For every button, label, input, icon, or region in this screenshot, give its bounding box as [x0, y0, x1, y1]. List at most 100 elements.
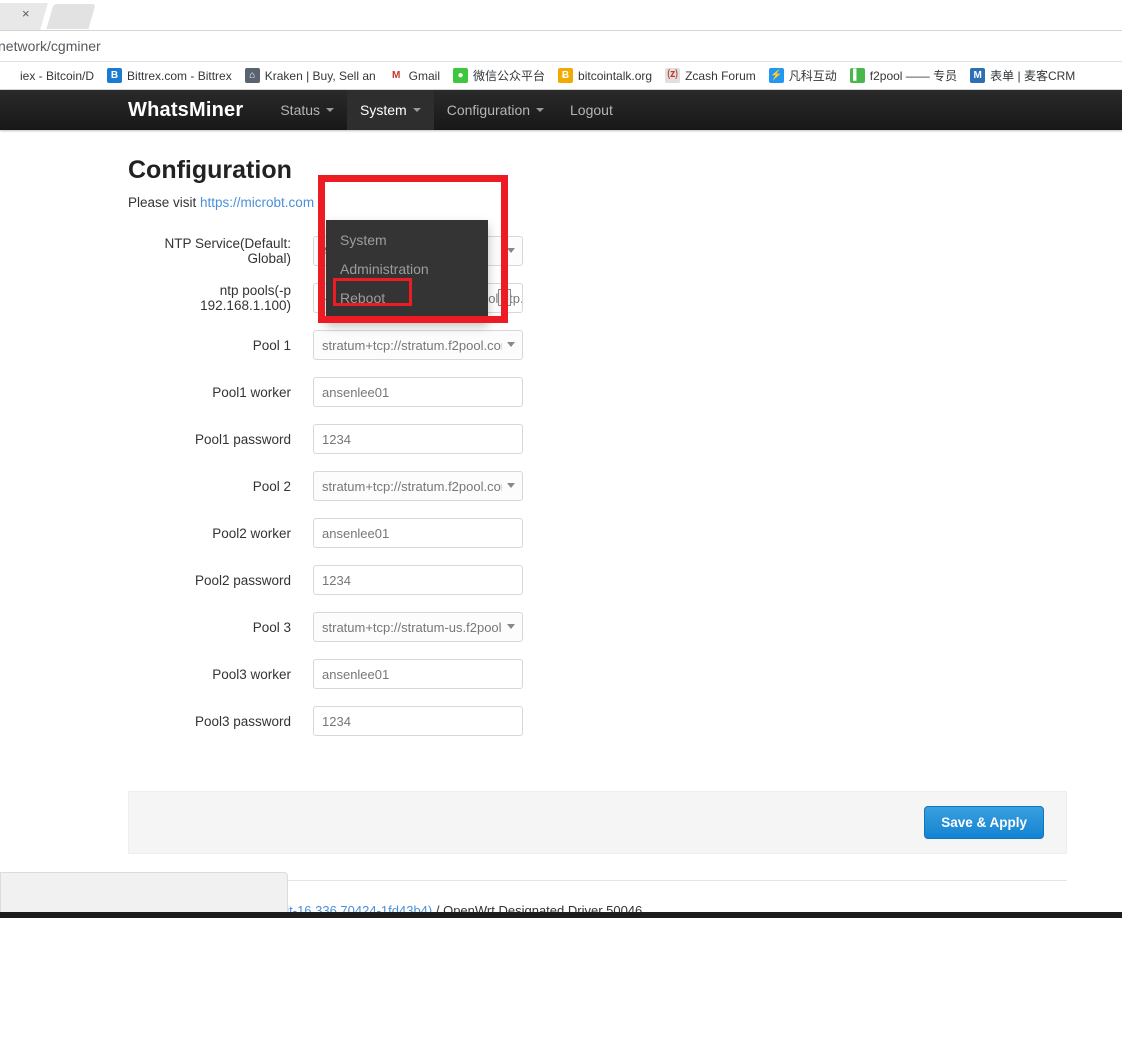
form-actions-bar: Save & Apply: [128, 791, 1067, 854]
nav-item-logout[interactable]: Logout: [557, 90, 626, 130]
subtitle-suffix: u: [314, 195, 326, 210]
tab-close-icon[interactable]: ×: [22, 7, 30, 21]
generic-favicon: [0, 68, 15, 83]
input-value: ansenlee01: [322, 525, 390, 541]
bookmark-item[interactable]: ⌂ Kraken | Buy, Sell an: [244, 68, 376, 83]
bookmark-item[interactable]: ● 微信公众平台: [453, 67, 545, 84]
chevron-down-icon: [326, 108, 335, 112]
field-label-pool3-password: Pool3 password: [194, 713, 291, 729]
field-label-pool3-worker: Pool3 worker: [212, 666, 291, 682]
form-row: ntp pools(-p 192.168.1.100)-p 0.pool.ntp…: [128, 283, 1067, 313]
bookmark-label: Kraken | Buy, Sell an: [264, 68, 376, 83]
chevron-down-icon: [507, 248, 515, 253]
bookmark-label: 凡科互动: [788, 69, 837, 83]
input-pool1-worker[interactable]: ansenlee01: [313, 377, 523, 407]
zcash-favicon: ⒵: [665, 68, 681, 83]
bookmark-label: Bittrex.com - Bittrex: [127, 68, 232, 83]
kraken-favicon: ⌂: [244, 68, 260, 83]
select-value: stratum+tcp://stratum.f2pool.com: [322, 478, 502, 494]
bookmark-label: Zcash Forum: [685, 68, 756, 83]
form-row: Pool1 worker ansenlee01: [128, 377, 1067, 407]
field-control-wrap: stratum+tcp://stratum-us.f2pool.com: [313, 612, 523, 642]
form-row: Pool 1 stratum+tcp://stratum.f2pool.com: [128, 330, 1067, 360]
field-label-pool-2: Pool 2: [252, 478, 291, 494]
form-row: Pool1 password 1234: [128, 424, 1067, 454]
field-label-ntp-pools: ntp pools(-p 192.168.1.100): [200, 283, 291, 313]
bookmark-item[interactable]: ▍ f2pool —— 专员: [849, 67, 958, 84]
nav-item-label: Logout: [570, 102, 613, 118]
new-tab-button[interactable]: [46, 4, 96, 29]
bookmark-item[interactable]: B Bittrex.com - Bittrex: [107, 68, 232, 83]
input-value: ansenlee01: [322, 666, 390, 682]
page-title: Configuration: [128, 156, 292, 184]
chevron-down-icon: [507, 483, 515, 488]
form-row: NTP Service(Default: Global)ASIA: [128, 236, 1067, 266]
microbt-link[interactable]: https://microbt.com: [200, 195, 314, 210]
wechat-favicon: ●: [453, 68, 469, 83]
nav-item-label: System: [360, 102, 407, 118]
bookmark-label: f2pool —— 专员: [869, 69, 958, 83]
save-and-apply-button[interactable]: Save & Apply: [924, 806, 1044, 839]
input-pool1-password[interactable]: 1234: [313, 424, 523, 454]
field-control-wrap: 1234: [313, 565, 523, 595]
page-container: Configuration Please visit https://micro…: [0, 156, 1122, 918]
os-taskbar: [0, 912, 1122, 918]
bookmark-item[interactable]: Ƀbitcointalk.org: [558, 68, 652, 83]
field-label-pool2-password: Pool2 password: [194, 572, 291, 588]
input-value: 1234: [322, 713, 351, 729]
bookmark-item[interactable]: ⒵ Zcash Forum: [665, 68, 756, 83]
fanke-favicon: ⚡: [768, 68, 784, 83]
nav-item-label: Status: [280, 102, 321, 118]
input-pool2-password[interactable]: 1234: [313, 565, 523, 595]
field-label-pool1-worker: Pool1 worker: [212, 384, 291, 400]
bookmark-item[interactable]: M 表单 | 麦客CRM: [970, 67, 1075, 84]
field-control-wrap: stratum+tcp://stratum.f2pool.com: [313, 471, 523, 501]
nav-item-configuration[interactable]: Configuration: [434, 90, 557, 130]
bookmark-item[interactable]: ⚡ 凡科互动: [768, 67, 837, 84]
field-label-pool2-worker: Pool2 worker: [212, 525, 291, 541]
field-control-wrap: ansenlee01: [313, 518, 523, 548]
dropdown-item-administration[interactable]: Administration: [326, 255, 488, 284]
input-value: 1234: [322, 431, 351, 447]
browser-urlbar[interactable]: network/cgminer: [0, 30, 1122, 62]
field-control-wrap: ansenlee01: [313, 377, 523, 407]
field-control-wrap: stratum+tcp://stratum.f2pool.com: [313, 330, 523, 360]
select-value: stratum+tcp://stratum-us.f2pool.com: [322, 619, 502, 635]
input-pool3-password[interactable]: 1234: [313, 706, 523, 736]
bookmark-item[interactable]: iex - Bitcoin/D: [0, 68, 94, 83]
luci-app: WhatsMiner Status System Configuration Logo…: [0, 90, 1122, 918]
brand-logo[interactable]: WhatsMiner: [128, 90, 267, 130]
download-shelf[interactable]: [0, 872, 288, 912]
bookmark-item[interactable]: M Gmail: [388, 68, 440, 83]
configuration-form: NTP Service(Default: Global)ASIA ntp pool…: [128, 236, 1067, 736]
bookmark-label: 表单 | 麦客CRM: [990, 69, 1076, 83]
chevron-down-icon: [507, 342, 515, 347]
form-row: Pool3 password 1234: [128, 706, 1067, 736]
main-navbar: WhatsMiner Status System Configuration Logo…: [0, 90, 1122, 130]
select-pool-2[interactable]: stratum+tcp://stratum.f2pool.com: [313, 471, 523, 501]
nav-item-system[interactable]: System: [347, 90, 434, 130]
chevron-down-icon: [536, 108, 545, 112]
browser-chrome: × network/cgminer iex - Bitcoin/D B Bittre…: [0, 0, 1122, 90]
field-label-pool1-password: Pool1 password: [194, 431, 291, 447]
field-control-wrap: 1234: [313, 424, 523, 454]
f2pool-favicon: ▍: [849, 68, 865, 83]
select-pool-1[interactable]: stratum+tcp://stratum.f2pool.com: [313, 330, 523, 360]
page-subtitle: Please visit https://microbt.com u: [128, 195, 1067, 210]
input-value: 1234: [322, 572, 351, 588]
nav-item-status[interactable]: Status: [267, 90, 347, 130]
form-row: Pool2 worker ansenlee01: [128, 518, 1067, 548]
field-control-wrap: ansenlee01: [313, 659, 523, 689]
nav-item-label: Configuration: [446, 102, 531, 118]
system-dropdown-menu[interactable]: System Administration Reboot: [326, 220, 488, 321]
input-pool3-worker[interactable]: ansenlee01: [313, 659, 523, 689]
select-pool-3[interactable]: stratum+tcp://stratum-us.f2pool.com: [313, 612, 523, 642]
input-pool2-worker[interactable]: ansenlee01: [313, 518, 523, 548]
browser-tab-active-body[interactable]: [0, 3, 36, 30]
input-value: ansenlee01: [322, 384, 390, 400]
dropdown-item-reboot[interactable]: Reboot: [326, 284, 488, 313]
dropdown-item-system[interactable]: System: [326, 226, 488, 255]
text-cursor-icon: [498, 289, 511, 306]
bookmark-label: iex - Bitcoin/D: [20, 68, 95, 83]
select-value: stratum+tcp://stratum.f2pool.com: [322, 337, 502, 353]
